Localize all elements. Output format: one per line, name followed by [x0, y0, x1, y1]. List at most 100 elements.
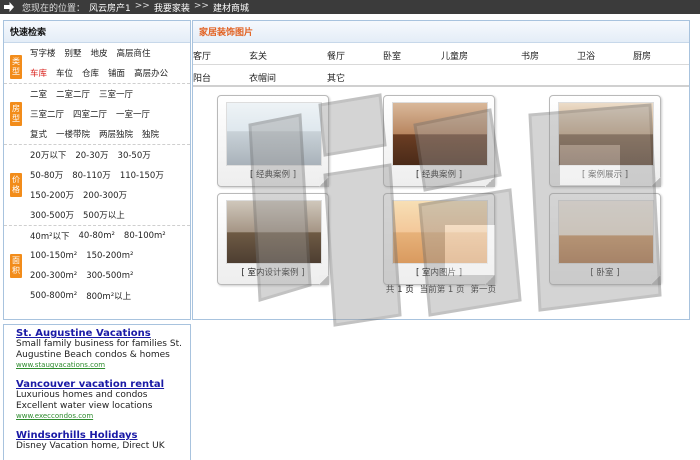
filter-row: 40m²以下 40-80m² 80-100m² [30, 226, 190, 246]
decor-gallery-panel: 家居装饰图片 客厅 玄关 餐厅 卧室 儿童房 书房 卫浴 厨房 阳台 衣帽间 其… [192, 20, 690, 320]
filter-link-active[interactable]: 车库 [30, 67, 47, 79]
pager-first-link[interactable]: 第一页 [471, 283, 497, 295]
thumbnail-caption[interactable]: [ 经典案例 ] [384, 168, 494, 180]
thumbnail-caption[interactable]: [ 经典案例 ] [218, 168, 328, 180]
filter-link[interactable]: 800m²以上 [86, 290, 131, 302]
filter-link[interactable]: 40m²以下 [30, 230, 70, 242]
filter-link[interactable]: 三室二厅 [30, 108, 64, 120]
filter-link[interactable]: 500万以上 [83, 209, 125, 221]
filter-link[interactable]: 一室一厅 [116, 108, 150, 120]
filter-link[interactable]: 200-300万 [83, 189, 127, 201]
filter-row: 二室 二室二厅 三室一厅 [30, 84, 190, 104]
ad-url-link[interactable]: www.execcondos.com [16, 412, 182, 420]
thumbnail-card[interactable]: [ 室内图片 ] [383, 193, 495, 285]
breadcrumb-home[interactable]: 风云房产1 [89, 1, 131, 14]
filter-row: 100-150m² 150-200m² [30, 246, 190, 266]
filter-tag-area: 面积 [10, 254, 22, 278]
quick-search-panel: 快速检索 类型 写字楼 别墅 地皮 高层商住 车库 车位 仓库 铺面 高层办公 … [3, 20, 191, 320]
ad-title-link[interactable]: Windsorhills Holidays [16, 430, 182, 441]
breadcrumb-building-materials[interactable]: 建材商城 [213, 1, 249, 14]
ad-item: St. Augustine Vacations Small family bus… [16, 328, 182, 369]
filter-link[interactable]: 150-200m² [86, 251, 133, 261]
thumbnail-image[interactable] [558, 102, 654, 166]
filter-link[interactable]: 20-30万 [75, 149, 108, 161]
thumbnail-card[interactable]: [ 案例展示 ] [549, 95, 661, 187]
page-curl-corner [651, 177, 661, 187]
thumbnail-caption[interactable]: [ 室内设计案例 ] [218, 266, 328, 278]
filter-link[interactable]: 20万以下 [30, 149, 66, 161]
filter-link[interactable]: 铺面 [108, 67, 125, 79]
breadcrumb: 您现在的位置： 风云房产1 >> 我要家装 >> 建材商城 [22, 1, 249, 14]
pagination: 共 1 页 当前第 1 页 第一页 [193, 283, 689, 295]
gallery-header: 家居装饰图片 [193, 21, 689, 43]
filter-link[interactable]: 500-800m² [30, 291, 77, 301]
filter-link[interactable]: 高层商住 [117, 47, 151, 59]
breadcrumb-home-decor[interactable]: 我要家装 [154, 1, 190, 14]
filter-row: 20万以下 20-30万 30-50万 [30, 145, 190, 165]
category-link[interactable]: 客厅 [193, 49, 211, 62]
filter-group-layout: 房型 二室 二室二厅 三室一厅 三室二厅 四室二厅 一室一厅 复式 一楼带院 两… [4, 84, 190, 145]
thumbnail-card[interactable]: [ 经典案例 ] [217, 95, 329, 187]
thumbnail-caption[interactable]: [ 案例展示 ] [550, 168, 660, 180]
filter-link[interactable]: 一楼带院 [56, 128, 90, 140]
filter-link[interactable]: 300-500万 [30, 209, 74, 221]
filter-link[interactable]: 别墅 [65, 47, 82, 59]
thumbnail-image[interactable] [558, 200, 654, 264]
filter-link[interactable]: 独院 [142, 128, 159, 140]
ad-title-link[interactable]: Vancouver vacation rental [16, 379, 182, 390]
filter-link[interactable]: 80-110万 [72, 169, 111, 181]
thumbnail-image[interactable] [392, 200, 488, 264]
thumbnail-image[interactable] [226, 102, 322, 166]
filter-link[interactable]: 地皮 [91, 47, 108, 59]
category-link[interactable]: 衣帽间 [249, 71, 276, 84]
thumbnail-image[interactable] [226, 200, 322, 264]
pager-total: 共 1 页 [385, 285, 414, 295]
category-link[interactable]: 阳台 [193, 71, 211, 84]
filter-tag-type: 类型 [10, 55, 22, 79]
filter-link[interactable]: 三室一厅 [99, 88, 133, 100]
filter-link[interactable]: 40-80m² [79, 231, 115, 241]
category-link[interactable]: 卫浴 [577, 49, 595, 62]
filter-link[interactable]: 50-80万 [30, 169, 63, 181]
thumbnail-card[interactable]: [ 经典案例 ] [383, 95, 495, 187]
filter-link[interactable]: 高层办公 [134, 67, 168, 79]
category-link[interactable]: 书房 [521, 49, 539, 62]
thumbnail-card[interactable]: [ 卧室 ] [549, 193, 661, 285]
filter-link[interactable]: 四室二厅 [73, 108, 107, 120]
category-link[interactable]: 卧室 [383, 49, 401, 62]
filter-link[interactable]: 仓库 [82, 67, 99, 79]
category-link[interactable]: 儿童房 [441, 49, 468, 62]
filter-link[interactable]: 300-500m² [86, 271, 133, 281]
ad-title-link[interactable]: St. Augustine Vacations [16, 328, 182, 339]
ad-item: Vancouver vacation rental Luxurious home… [16, 379, 182, 420]
filter-link[interactable]: 两层独院 [99, 128, 133, 140]
category-link[interactable]: 厨房 [633, 49, 651, 62]
thumbnail-caption[interactable]: [ 卧室 ] [550, 266, 660, 278]
thumbnail-caption[interactable]: [ 室内图片 ] [384, 266, 494, 278]
thumbnail-image[interactable] [392, 102, 488, 166]
pager-current: 当前第 1 页 [419, 285, 465, 295]
category-link[interactable]: 玄关 [249, 49, 267, 62]
filter-row: 50-80万 80-110万 110-150万 [30, 165, 190, 185]
filter-row: 200-300m² 300-500m² [30, 266, 190, 286]
filter-tag-layout: 房型 [10, 102, 22, 126]
category-row: 客厅 玄关 餐厅 卧室 儿童房 书房 卫浴 厨房 [193, 43, 689, 65]
filter-link[interactable]: 150-200万 [30, 189, 74, 201]
filter-link[interactable]: 30-50万 [118, 149, 151, 161]
filter-link[interactable]: 80-100m² [124, 231, 166, 241]
breadcrumb-separator: >> [134, 0, 150, 11]
ad-url-link[interactable]: www.staugvacations.com [16, 361, 182, 369]
filter-link[interactable]: 二室 [30, 88, 47, 100]
ad-item: Windsorhills Holidays Disney Vacation ho… [16, 430, 182, 452]
filter-link[interactable]: 200-300m² [30, 271, 77, 281]
filter-link[interactable]: 写字楼 [30, 47, 56, 59]
thumbnail-card[interactable]: [ 室内设计案例 ] [217, 193, 329, 285]
category-link[interactable]: 餐厅 [327, 49, 345, 62]
filter-link[interactable]: 车位 [56, 67, 73, 79]
filter-link[interactable]: 二室二厅 [56, 88, 90, 100]
filter-link[interactable]: 110-150万 [120, 169, 164, 181]
filter-link[interactable]: 100-150m² [30, 251, 77, 261]
filter-link[interactable]: 复式 [30, 128, 47, 140]
ad-text: Luxurious homes and condos Excellent wat… [16, 390, 153, 411]
category-link[interactable]: 其它 [327, 71, 345, 84]
